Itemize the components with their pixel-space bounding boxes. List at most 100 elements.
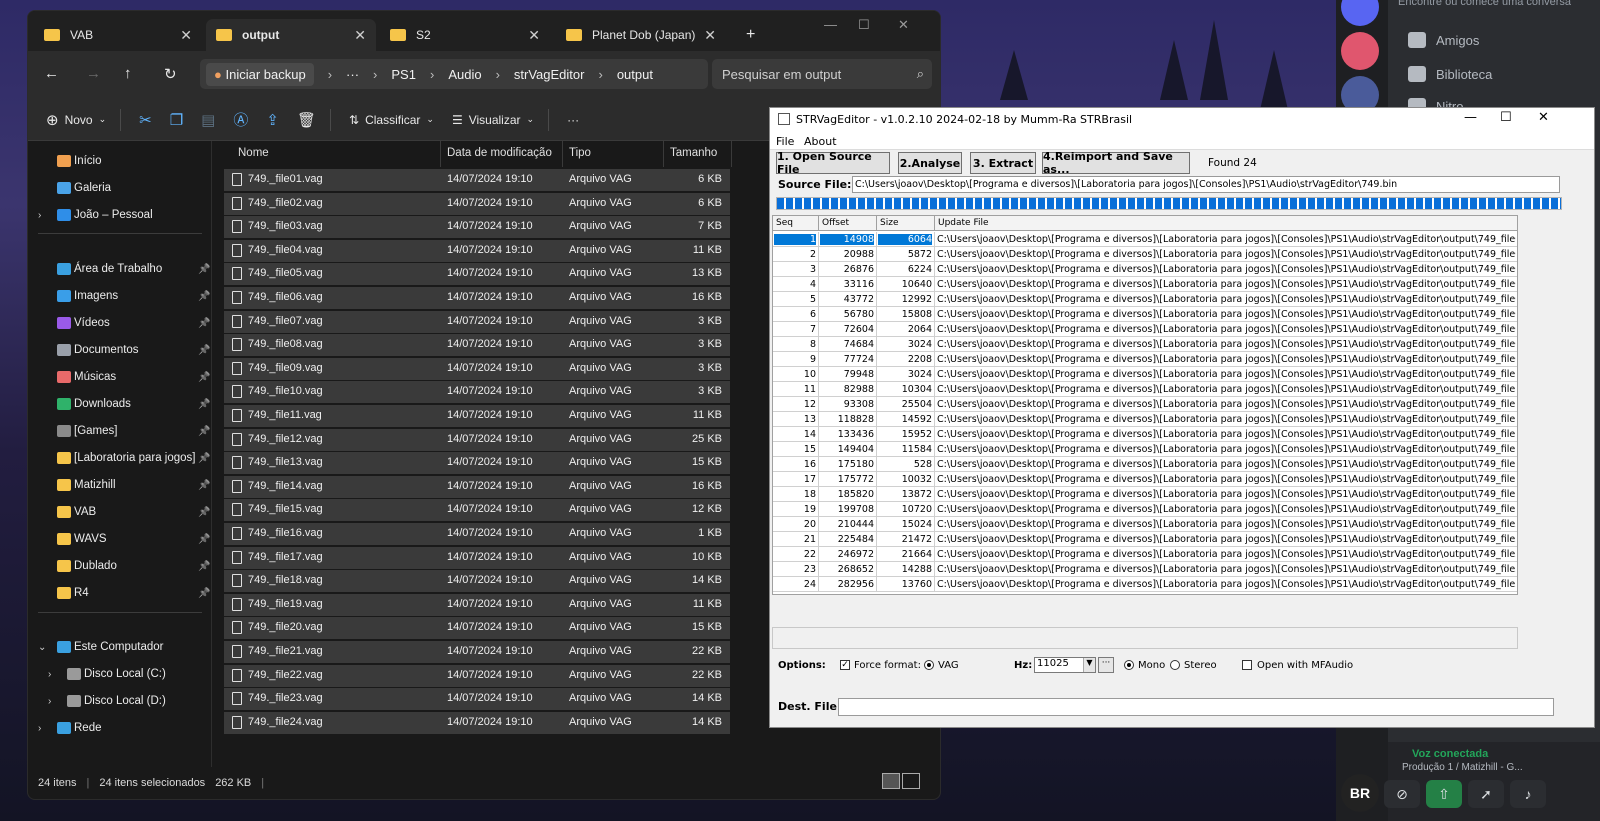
grid-row[interactable]: 15 149404 11584 C:\Users\joaov\Desktop\[Pro… [773, 442, 1517, 457]
file-row[interactable]: 749._file21.vag 14/07/2024 19:10 Arquivo V… [224, 641, 730, 663]
sidebar-item[interactable]: Documentos 📌 [28, 337, 212, 363]
column-date[interactable]: Data de modificação [447, 147, 552, 159]
file-row[interactable]: 749._file24.vag 14/07/2024 19:10 Arquivo V… [224, 711, 730, 734]
chevron-icon[interactable]: › [48, 669, 51, 680]
stereo-radio[interactable] [1170, 660, 1180, 670]
pin-icon[interactable]: 📌 [198, 345, 210, 356]
extract-button[interactable]: 3. Extract [970, 152, 1036, 174]
discord-nav-friends[interactable]: Amigos [1408, 32, 1479, 48]
breadcrumb-item[interactable]: Audio [448, 67, 481, 82]
delete-button[interactable]: 🗑 [297, 111, 316, 129]
tiles-view-icon[interactable] [902, 773, 920, 789]
file-row[interactable]: 749._file13.vag 14/07/2024 19:10 Arquivo V… [224, 452, 730, 475]
sidebar-item[interactable]: [Laboratoria para jogos] 📌 [28, 445, 212, 471]
grid-row[interactable]: 16 175180 528 C:\Users\joaov\Desktop\[Progr… [773, 457, 1517, 472]
pin-icon[interactable]: 📌 [198, 453, 210, 464]
hz-select[interactable]: 11025 ▼ [1034, 657, 1096, 673]
discord-nav-library[interactable]: Biblioteca [1408, 66, 1492, 82]
sidebar-item[interactable]: Início [28, 148, 212, 174]
grid-row[interactable]: 22 246972 21664 C:\Users\joaov\Desktop\[Pro… [773, 547, 1517, 562]
file-row[interactable]: 749._file08.vag 14/07/2024 19:10 Arquivo V… [224, 334, 730, 357]
close-icon[interactable]: ✕ [180, 27, 192, 44]
reimport-button[interactable]: 4.Reimport and Save as... [1042, 150, 1190, 176]
tab-planet-dob[interactable]: Planet Dob (Japan) ✕ [556, 19, 726, 51]
sidebar-item[interactable]: Downloads 📌 [28, 391, 212, 417]
grid-header-seq[interactable]: Seq [776, 218, 793, 228]
grid-row[interactable]: 23 268652 14288 C:\Users\joaov\Desktop\[Pro… [773, 562, 1517, 577]
sidebar-item[interactable]: WAVS 📌 [28, 526, 212, 552]
minimize-icon[interactable]: — [1464, 110, 1477, 125]
file-row[interactable]: 749._file04.vag 14/07/2024 19:10 Arquivo V… [224, 239, 730, 262]
pin-icon[interactable]: 📌 [198, 507, 210, 518]
force-format-checkbox[interactable]: ✓ [840, 660, 850, 670]
new-button[interactable]: ⊕ Novo ⌄ [46, 111, 106, 129]
sidebar-item[interactable]: Matizhill 📌 [28, 472, 212, 498]
menu-file[interactable]: File [776, 135, 794, 148]
sort-button[interactable]: ⇅ Classificar ⌄ [349, 113, 434, 127]
more-options-button[interactable]: ··· [567, 113, 579, 127]
close-icon[interactable]: ✕ [704, 27, 716, 44]
sidebar-item[interactable]: › Rede [28, 715, 212, 741]
analyse-button[interactable]: 2.Analyse [898, 152, 962, 174]
forward-icon[interactable]: → [86, 65, 101, 82]
grid-row[interactable]: 17 175772 10032 C:\Users\joaov\Desktop\[Pro… [773, 472, 1517, 487]
pin-icon[interactable]: 📌 [198, 480, 210, 491]
grid-row[interactable]: 13 118828 14592 C:\Users\joaov\Desktop\[Pro… [773, 412, 1517, 427]
grid-row[interactable]: 19 199708 10720 C:\Users\joaov\Desktop\[Pro… [773, 502, 1517, 517]
column-size[interactable]: Tamanho [670, 147, 717, 159]
close-icon[interactable]: ✕ [1538, 110, 1549, 125]
cut-button[interactable]: ✂ [139, 111, 152, 129]
source-file-field[interactable]: C:\Users\joaov\Desktop\[Programa e diver… [852, 176, 1560, 193]
pin-icon[interactable]: 📌 [198, 399, 210, 410]
grid-row[interactable]: 3 26876 6224 C:\Users\joaov\Desktop\[Progra… [773, 262, 1517, 277]
paste-button[interactable]: ▤ [201, 111, 215, 129]
file-row[interactable]: 749._file03.vag 14/07/2024 19:10 Arquivo V… [224, 216, 730, 239]
grid-row[interactable]: 4 33116 10640 C:\Users\joaov\Desktop\[Progr… [773, 277, 1517, 292]
file-row[interactable]: 749._file17.vag 14/07/2024 19:10 Arquivo V… [224, 546, 730, 569]
tab-vab[interactable]: VAB ✕ [34, 19, 202, 51]
column-divider[interactable] [663, 141, 664, 167]
chevron-icon[interactable]: › [38, 210, 41, 221]
breadcrumb-item[interactable]: output [617, 67, 653, 82]
breadcrumb-item[interactable]: strVagEditor [514, 67, 585, 82]
open-source-button[interactable]: 1. Open Source File [776, 150, 890, 176]
grid-header-file[interactable]: Update File [938, 218, 989, 228]
column-divider[interactable] [562, 141, 563, 167]
grid-row[interactable]: 9 77724 2208 C:\Users\joaov\Desktop\[Progra… [773, 352, 1517, 367]
grid-header-offset[interactable]: Offset [822, 218, 849, 228]
details-view-icon[interactable] [882, 773, 900, 789]
chevron-icon[interactable]: ⌄ [38, 642, 46, 653]
grid-row[interactable]: 5 43772 12992 C:\Users\joaov\Desktop\[Progr… [773, 292, 1517, 307]
sidebar-item[interactable]: Galeria [28, 175, 212, 201]
file-row[interactable]: 749._file14.vag 14/07/2024 19:10 Arquivo V… [224, 475, 730, 498]
file-row[interactable]: 749._file16.vag 14/07/2024 19:10 Arquivo V… [224, 523, 730, 545]
sidebar-item[interactable]: › João – Pessoal [28, 202, 212, 228]
grid-row[interactable]: 21 225484 21472 C:\Users\joaov\Desktop\[Pro… [773, 532, 1517, 547]
pin-icon[interactable]: 📌 [198, 561, 210, 572]
maximize-icon[interactable]: ☐ [858, 17, 870, 33]
server-icon[interactable] [1341, 32, 1379, 70]
grid-row[interactable]: 14 133436 15952 C:\Users\joaov\Desktop\[Pro… [773, 427, 1517, 442]
column-name[interactable]: Nome [238, 147, 269, 159]
pin-icon[interactable]: 📌 [198, 588, 210, 599]
share-button[interactable]: ⇪ [266, 111, 279, 129]
file-row[interactable]: 749._file01.vag 14/07/2024 19:10 Arquivo V… [224, 169, 730, 191]
column-divider[interactable] [440, 141, 441, 167]
file-row[interactable]: 749._file10.vag 14/07/2024 19:10 Arquivo V… [224, 381, 730, 404]
sidebar-item[interactable]: Vídeos 📌 [28, 310, 212, 336]
file-row[interactable]: 749._file18.vag 14/07/2024 19:10 Arquivo V… [224, 570, 730, 593]
grid-row[interactable]: 1 14908 6064 C:\Users\joaov\Desktop\[Progra… [773, 232, 1517, 247]
view-button[interactable]: ☰ Visualizar ⌄ [452, 113, 534, 127]
grid-row[interactable]: 10 79948 3024 C:\Users\joaov\Desktop\[Progr… [773, 367, 1517, 382]
chevron-icon[interactable]: › [48, 696, 51, 707]
sidebar-item[interactable]: Imagens 📌 [28, 283, 212, 309]
grid-header-size[interactable]: Size [880, 218, 898, 228]
hz-more-button[interactable]: ··· [1098, 657, 1114, 673]
soundboard-button[interactable]: ♪ [1510, 780, 1546, 808]
grid-row[interactable]: 6 56780 15808 C:\Users\joaov\Desktop\[Progr… [773, 307, 1517, 322]
sidebar-item[interactable]: Dublado 📌 [28, 553, 212, 579]
minimize-icon[interactable]: — [824, 17, 837, 32]
sidebar-item[interactable]: ⌄ Este Computador [28, 634, 212, 660]
pin-icon[interactable]: 📌 [198, 426, 210, 437]
camera-button[interactable]: ⊘ [1384, 780, 1420, 808]
